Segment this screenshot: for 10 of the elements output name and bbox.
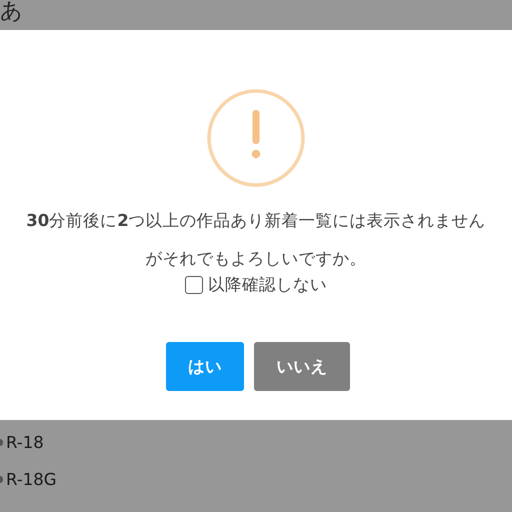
no-button[interactable]: いいえ xyxy=(254,342,350,391)
option-label: R-18G xyxy=(6,470,57,488)
header-text: あ xyxy=(0,0,23,24)
warning-icon xyxy=(206,88,306,188)
message-text: 30分前後に2つ以上の作品あり新着一覧には表示されません xyxy=(26,210,486,232)
option-label: R-18 xyxy=(6,432,44,452)
checkbox-label: 以降確認しない xyxy=(208,274,327,296)
checkbox[interactable] xyxy=(185,276,203,294)
message-text: がそれでもよろしいですか。 xyxy=(146,248,366,270)
yes-button[interactable]: はい xyxy=(166,342,244,391)
